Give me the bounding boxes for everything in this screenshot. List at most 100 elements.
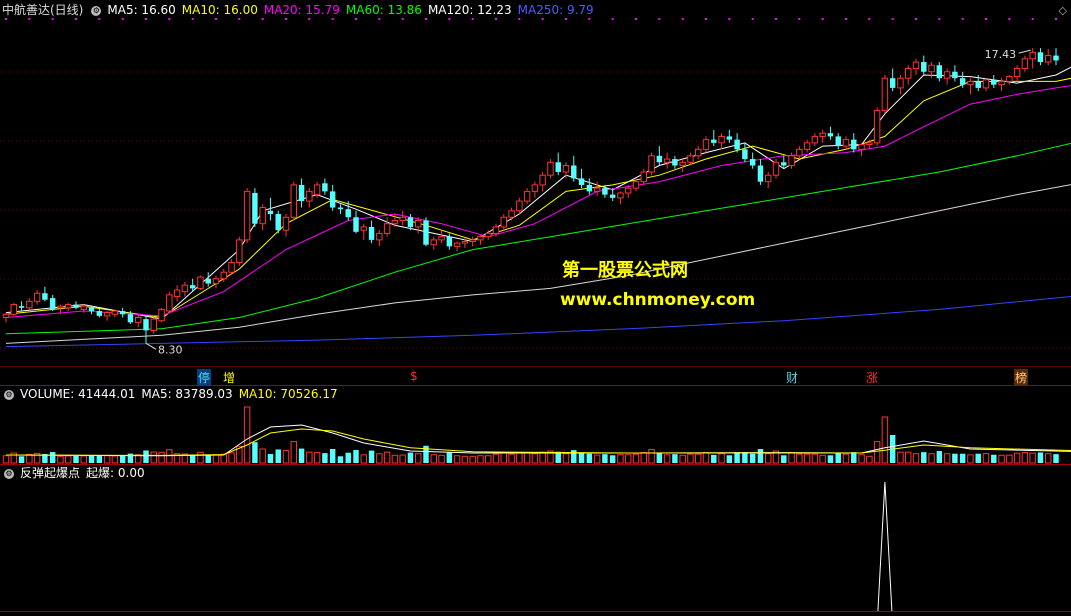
volume-bar-26 xyxy=(205,454,211,463)
volume-bar-134 xyxy=(1045,453,1052,464)
candle-body-77 xyxy=(602,188,608,195)
volume-bar-31 xyxy=(243,406,251,464)
candle-body-122 xyxy=(952,71,958,79)
candle-body-49 xyxy=(383,223,391,234)
candle-body-116 xyxy=(905,68,912,79)
top-dot-78 xyxy=(611,18,614,20)
top-dot-93 xyxy=(728,18,731,20)
candle-body-4 xyxy=(33,292,41,302)
volume-bar-104 xyxy=(811,453,819,464)
volume-bar-117 xyxy=(912,453,920,464)
volume-bar-55 xyxy=(430,454,437,464)
candle-body-48 xyxy=(376,232,383,241)
event-marker-4[interactable]: 涨 xyxy=(866,369,878,386)
candle-body-87 xyxy=(679,161,686,167)
volume-bar-39 xyxy=(306,451,313,464)
candle-body-102 xyxy=(796,148,803,157)
volume-bar-124 xyxy=(967,454,974,464)
candle-body-41 xyxy=(322,183,328,192)
top-dot-84 xyxy=(658,18,661,20)
candle-body-8 xyxy=(65,304,72,309)
volume-bar-3 xyxy=(26,453,33,464)
event-marker-2[interactable]: $ xyxy=(410,369,418,383)
top-dot-90 xyxy=(705,18,707,20)
volume-bar-101 xyxy=(788,452,795,464)
volume-bar-91 xyxy=(711,454,717,463)
top-dot-60 xyxy=(471,18,474,20)
event-marker-3[interactable]: 财 xyxy=(786,369,798,386)
event-marker-5[interactable]: 榜 xyxy=(1014,369,1029,386)
volume-bar-72 xyxy=(562,453,570,464)
candle-body-10 xyxy=(80,305,88,310)
event-marker-1[interactable]: 增 xyxy=(223,369,235,386)
volume-bar-66 xyxy=(516,452,523,464)
candle-body-85 xyxy=(663,158,671,163)
volume-ma-line-ma10 xyxy=(5,428,1071,456)
volume-bar-35 xyxy=(275,449,281,463)
candle-body-79 xyxy=(617,192,624,199)
volume-bar-113 xyxy=(881,416,889,464)
volume-bar-42 xyxy=(329,449,336,463)
volume-bar-32 xyxy=(252,442,258,463)
event-marker-0[interactable]: 停 xyxy=(197,369,212,386)
candle-body-94 xyxy=(734,139,740,150)
low-price-pointer xyxy=(145,342,157,350)
top-dot-57 xyxy=(448,18,451,20)
volume-bar-44 xyxy=(345,452,351,463)
volume-bar-80 xyxy=(625,454,632,464)
volume-bar-120 xyxy=(936,451,943,463)
candle-body-62 xyxy=(485,232,492,238)
candle-body-50 xyxy=(391,219,399,225)
candle-body-15 xyxy=(119,311,126,315)
top-dot-132 xyxy=(1031,18,1034,20)
volume-bar-33 xyxy=(259,448,266,464)
candle-body-103 xyxy=(803,142,811,150)
volume-bar-47 xyxy=(368,450,375,463)
candle-body-63 xyxy=(492,226,500,234)
volume-bar-19 xyxy=(150,451,158,464)
top-dot-48 xyxy=(378,18,381,20)
chart-canvas[interactable]: 17.43 8.30 xyxy=(0,0,1071,616)
volume-bar-95 xyxy=(742,452,748,463)
volume-bar-122 xyxy=(952,453,958,463)
candle-body-17 xyxy=(135,316,142,323)
candle-body-28 xyxy=(220,271,228,280)
volume-bar-108 xyxy=(842,453,850,464)
candle-body-90 xyxy=(702,139,710,150)
candle-body-125 xyxy=(975,81,981,88)
watermark-line2: www.chnmoney.com xyxy=(560,290,756,310)
indicator-spike xyxy=(877,481,893,612)
volume-bar-50 xyxy=(391,454,399,464)
candle-body-78 xyxy=(609,194,616,198)
candle-body-42 xyxy=(329,191,336,208)
candle-body-109 xyxy=(851,139,857,150)
top-dot-129 xyxy=(1008,18,1011,20)
volume-bar-87 xyxy=(679,454,686,464)
volume-bar-38 xyxy=(298,448,305,463)
volume-bar-37 xyxy=(290,441,297,464)
volume-bar-29 xyxy=(228,452,235,464)
top-dot-33 xyxy=(261,18,264,20)
collapse-diamond-icon[interactable]: ◇ xyxy=(1059,4,1067,17)
candle-body-30 xyxy=(236,239,243,264)
candle-body-101 xyxy=(788,155,795,167)
candle-body-135 xyxy=(1053,55,1059,61)
candle-body-3 xyxy=(26,300,33,309)
candle-body-127 xyxy=(991,79,997,85)
candle-body-124 xyxy=(967,80,974,86)
volume-bar-123 xyxy=(959,453,966,463)
volume-bar-78 xyxy=(609,455,616,463)
candle-body-16 xyxy=(127,314,134,323)
top-dot-27 xyxy=(215,18,217,20)
candle-body-39 xyxy=(306,190,313,202)
candle-body-134 xyxy=(1045,55,1052,63)
candle-body-84 xyxy=(656,155,663,163)
top-dot-30 xyxy=(238,18,241,20)
candle-body-107 xyxy=(835,136,841,147)
volume-bar-69 xyxy=(539,451,546,464)
candle-body-47 xyxy=(368,226,375,240)
candle-body-111 xyxy=(866,142,873,145)
candle-body-88 xyxy=(687,155,694,163)
candle-body-120 xyxy=(936,65,943,79)
candle-body-2 xyxy=(18,306,25,308)
